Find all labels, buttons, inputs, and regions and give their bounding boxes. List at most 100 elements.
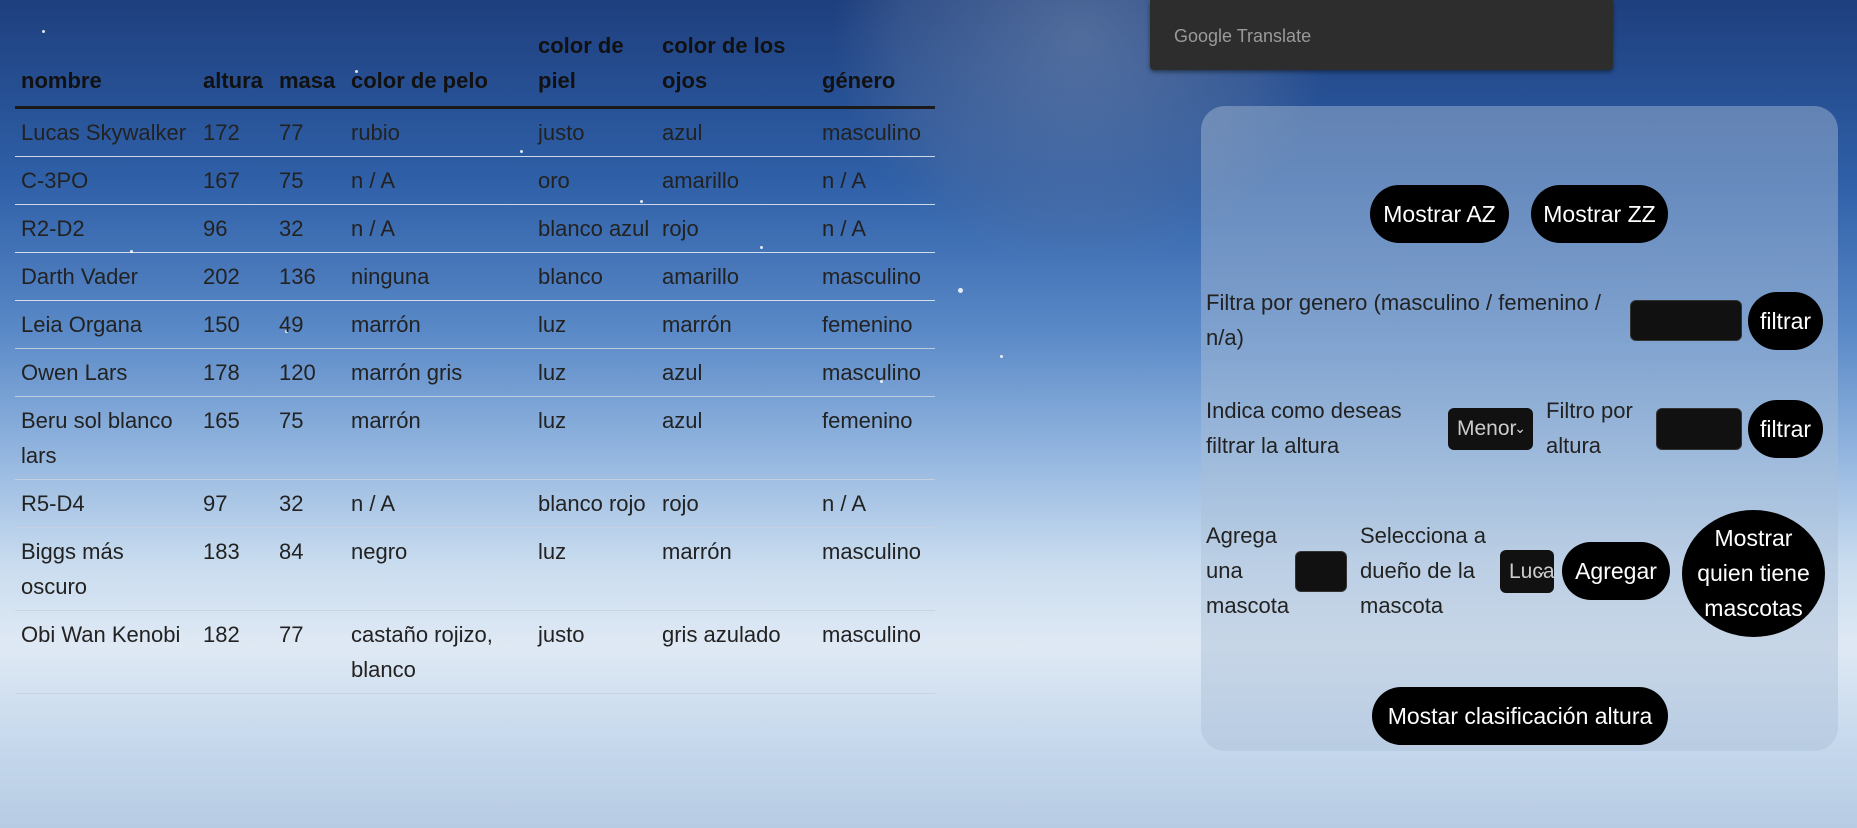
google-translate-widget[interactable]: Google Translate (1150, 0, 1613, 70)
cell-color-ojos: amarillo (656, 252, 816, 301)
cell-color-pelo: n / A (345, 156, 532, 205)
cell-color-piel: luz (532, 527, 656, 611)
cell-nombre: Lucas Skywalker (15, 107, 197, 157)
gender-filter-input[interactable] (1630, 300, 1742, 341)
cell-color-piel: luz (532, 348, 656, 397)
cell-color-pelo: marrón (345, 300, 532, 349)
owner-select[interactable]: Lucas Skywalker ⌄ (1500, 550, 1554, 593)
cell-color-ojos: gris azulado (656, 610, 816, 694)
header-genero: género (816, 22, 935, 109)
cell-masa: 32 (273, 479, 345, 528)
cell-masa: 77 (273, 107, 345, 157)
chevron-down-icon: ⌄ (1514, 420, 1526, 436)
cell-altura: 97 (197, 479, 273, 528)
cell-color-piel: justo (532, 610, 656, 694)
cell-altura: 172 (197, 107, 273, 157)
table-row: Obi Wan Kenobi 182 77 castaño rojizo, blanc… (15, 610, 935, 694)
cell-color-ojos: azul (656, 396, 816, 480)
cell-masa: 136 (273, 252, 345, 301)
cell-color-ojos: rojo (656, 479, 816, 528)
table-row: Lucas Skywalker 172 77 rubio justo azul mascul… (15, 107, 935, 157)
cell-genero: masculino (816, 527, 935, 611)
cell-color-pelo: n / A (345, 204, 532, 253)
height-mode-label: Indica como deseas filtrar la altura (1206, 398, 1402, 458)
cell-color-ojos: marrón (656, 527, 816, 611)
cell-altura: 182 (197, 610, 273, 694)
cell-masa: 77 (273, 610, 345, 694)
table-header-row: nombre altura masa color de pelo color d… (15, 22, 935, 109)
cell-color-pelo: marrón gris (345, 348, 532, 397)
table-row: Owen Lars 178 120 marrón gris luz azul masculi… (15, 348, 935, 397)
cell-genero: masculino (816, 107, 935, 157)
height-mode-selected: Menor (1457, 417, 1517, 440)
pet-label: Agrega una mascota (1206, 523, 1290, 618)
height-filter-label: Filtro por altura (1546, 398, 1633, 458)
table-row: C-3PO 167 75 n / Aoro amarillo n / A (15, 156, 935, 205)
header-color-piel: color de piel (532, 22, 656, 109)
cell-color-piel: oro (532, 156, 656, 205)
cell-genero: n / A (816, 204, 935, 253)
table-row: Darth Vader 202 136 ninguna blanco amarillo ma… (15, 252, 935, 301)
cell-genero: masculino (816, 252, 935, 301)
cell-masa: 84 (273, 527, 345, 611)
gender-filter-label: Filtra por genero (masculino / femenino … (1206, 290, 1601, 350)
google-translate-label: Google Translate (1174, 26, 1312, 46)
table-row: Beru sol blanco lars 165 75 marrón luz azul fe… (15, 396, 935, 480)
cell-masa: 75 (273, 156, 345, 205)
cell-color-ojos: azul (656, 107, 816, 157)
sort-az-button[interactable]: Mostrar AZ (1370, 185, 1509, 243)
characters-table: nombre altura masa color de pelo color d… (15, 22, 935, 694)
cell-genero: masculino (816, 348, 935, 397)
header-color-ojos: color de los ojos (656, 22, 816, 109)
cell-color-pelo: negro (345, 527, 532, 611)
cell-nombre: Owen Lars (15, 348, 197, 397)
cell-nombre: Darth Vader (15, 252, 197, 301)
cell-altura: 167 (197, 156, 273, 205)
controls-panel: Mostrar AZ Mostrar ZZ Filtra por genero … (1201, 106, 1838, 751)
cell-nombre: Beru sol blanco lars (15, 396, 197, 480)
cell-color-ojos: azul (656, 348, 816, 397)
height-ranking-button[interactable]: Mostar clasificación altura (1372, 687, 1668, 745)
cell-color-ojos: amarillo (656, 156, 816, 205)
cell-masa: 49 (273, 300, 345, 349)
cell-nombre: R2-D2 (15, 204, 197, 253)
cell-color-pelo: n / A (345, 479, 532, 528)
show-pet-owners-button[interactable]: Mostrar quien tiene mascotas (1682, 510, 1825, 637)
height-filter-button[interactable]: filtrar (1748, 400, 1823, 458)
cell-nombre: R5-D4 (15, 479, 197, 528)
table-row: R2-D2 96 32 n / Ablanco azul rojo n / A (15, 204, 935, 253)
add-pet-button[interactable]: Agregar (1562, 542, 1670, 600)
cell-color-pelo: marrón (345, 396, 532, 480)
header-altura: altura (197, 22, 273, 109)
cell-nombre: C-3PO (15, 156, 197, 205)
pet-input[interactable] (1295, 551, 1347, 592)
gender-filter-button[interactable]: filtrar (1748, 292, 1823, 350)
table-row: Leia Organa 150 49 marrón luz marrón femenino (15, 300, 935, 349)
cell-masa: 120 (273, 348, 345, 397)
cell-color-ojos: rojo (656, 204, 816, 253)
table-row: R5-D4 97 32 n / Ablanco rojo rojo n / A (15, 479, 935, 528)
height-mode-select[interactable]: Menor ⌄ (1448, 408, 1533, 450)
cell-masa: 32 (273, 204, 345, 253)
cell-nombre: Biggs más oscuro (15, 527, 197, 611)
cell-color-ojos: marrón (656, 300, 816, 349)
cell-altura: 202 (197, 252, 273, 301)
cell-altura: 96 (197, 204, 273, 253)
cell-color-piel: luz (532, 300, 656, 349)
cell-masa: 75 (273, 396, 345, 480)
cell-genero: masculino (816, 610, 935, 694)
cell-genero: n / A (816, 479, 935, 528)
cell-nombre: Obi Wan Kenobi (15, 610, 197, 694)
cell-color-piel: justo (532, 107, 656, 157)
cell-genero: femenino (816, 300, 935, 349)
cell-color-piel: luz (532, 396, 656, 480)
cell-color-piel: blanco rojo (532, 479, 656, 528)
owner-selected: Lucas Skywalker (1509, 559, 1554, 583)
header-color-pelo: color de pelo (345, 22, 532, 109)
cell-color-pelo: castaño rojizo, blanco (345, 610, 532, 694)
sort-zz-button[interactable]: Mostrar ZZ (1531, 185, 1668, 243)
height-filter-input[interactable] (1656, 408, 1742, 450)
cell-altura: 150 (197, 300, 273, 349)
header-masa: masa (273, 22, 345, 109)
cell-genero: femenino (816, 396, 935, 480)
